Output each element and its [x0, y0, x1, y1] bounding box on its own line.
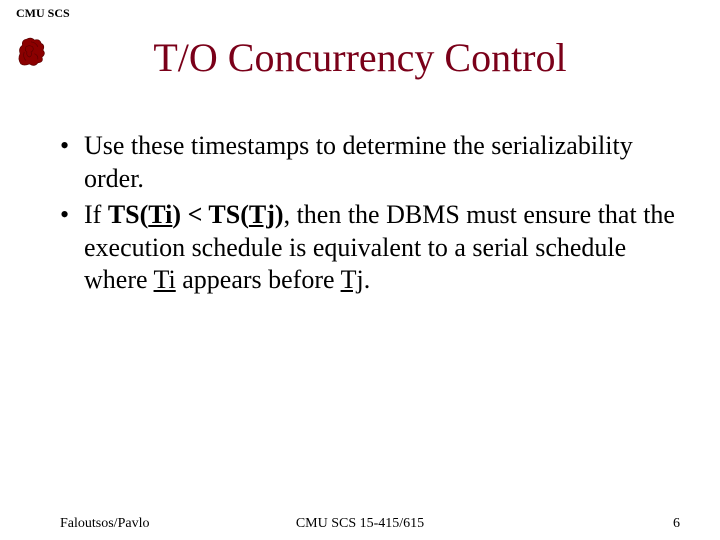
slide-title: T/O Concurrency Control [0, 34, 720, 81]
ts-function: TS( [108, 200, 148, 229]
ts-function: TS( [208, 200, 248, 229]
ti-var: Ti [148, 200, 172, 229]
slide-body: Use these timestamps to determine the se… [60, 130, 680, 301]
bullet-text-end: . [364, 265, 371, 294]
bullet-item: Use these timestamps to determine the se… [60, 130, 680, 195]
tj-var: Tj [249, 200, 275, 229]
bullet-text-mid2: appears before [176, 265, 341, 294]
slide: CMU SCS T/O Concurrency Control Use thes… [0, 0, 720, 540]
ts-close: ) [275, 200, 284, 229]
bullet-item: If TS(Ti) < TS(Tj), then the DBMS must e… [60, 199, 680, 297]
footer-page-number: 6 [673, 516, 680, 532]
ts-close: ) < [172, 200, 208, 229]
bullet-text-prefix: If [84, 200, 108, 229]
bullet-list: Use these timestamps to determine the se… [60, 130, 680, 297]
tj-var: Tj [341, 265, 364, 294]
footer-course: CMU SCS 15-415/615 [0, 516, 720, 532]
bullet-text: Use these timestamps to determine the se… [84, 131, 633, 193]
institution-label: CMU SCS [16, 6, 70, 21]
ti-var: Ti [154, 265, 176, 294]
